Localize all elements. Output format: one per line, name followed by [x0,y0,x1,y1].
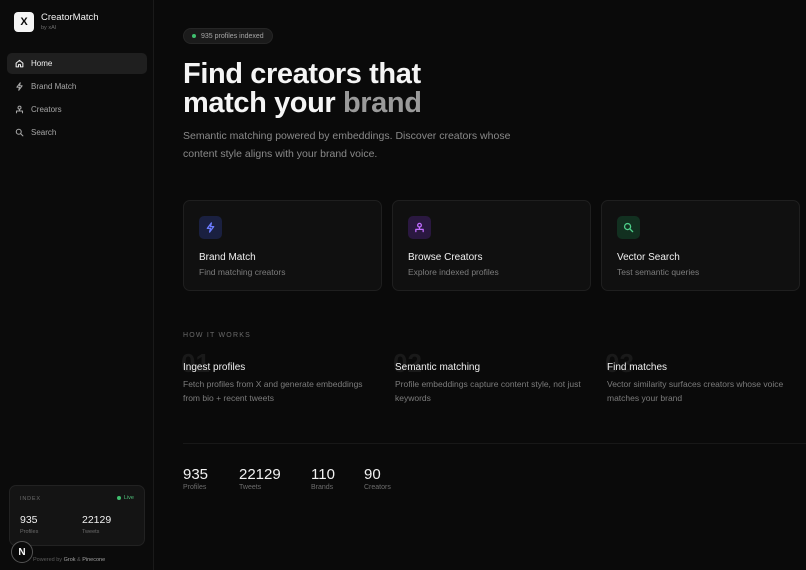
stat-value: 90 [364,466,381,483]
index-profiles-value: 935 [20,514,38,526]
index-tweets-label: Tweets [82,529,100,535]
stat-label: Creators [364,484,391,491]
step-find-matches: 03 Find matches Vector similarity surfac… [605,350,802,405]
app-subtitle: by xAI [41,25,57,31]
page-title-line2b: brand [342,87,422,119]
step-desc: Fetch profiles from X and generate embed… [183,379,363,403]
step-title: Ingest profiles [183,362,246,373]
indexed-badge-label: 935 profiles indexed [201,32,264,40]
app-logo[interactable]: X [14,12,34,32]
card-icon-box [199,216,222,239]
card-vector-search[interactable]: Vector Search Test semantic queries [601,200,800,291]
search-icon [15,128,24,137]
index-title: INDEX [20,496,41,502]
powered-amp: & [77,557,81,563]
sidebar-item-creators[interactable]: Creators [7,99,147,120]
powered-pinecone: Pinecone [82,557,106,563]
sidebar-nav: Home Brand Match Creators Search [7,53,147,145]
users-icon [415,222,424,233]
card-title: Browse Creators [408,252,483,263]
stat-value: 935 [183,466,209,483]
page-title-line1: Find creators that [183,58,421,90]
step-title: Semantic matching [395,362,481,373]
stat-value: 110 [311,466,335,483]
step-title: Find matches [607,362,668,373]
how-it-works-heading: HOW IT WORKS [183,332,251,339]
status-dot-icon [192,34,196,38]
card-desc: Test semantic queries [617,267,700,277]
lightning-icon [16,82,23,91]
stat-label: Tweets [239,484,262,491]
live-label: Live [123,495,134,501]
card-brand-match[interactable]: Brand Match Find matching creators [183,200,382,291]
card-icon-box [408,216,431,239]
index-tweets-value: 22129 [82,514,112,526]
sidebar-item-home[interactable]: Home [7,53,147,74]
index-tweets: 22129 Tweets [82,514,111,535]
powered-prefix: Powered by [33,557,63,563]
indexed-badge: 935 profiles indexed [183,28,273,44]
brand[interactable]: X CreatorMatch by xAI [14,12,99,32]
sidebar-item-label: Home [31,59,53,68]
live-dot-icon [116,496,121,500]
stat-profiles: 935 Profiles [183,466,208,491]
card-title: Brand Match [199,252,256,263]
home-icon [15,59,24,68]
card-desc: Find matching creators [199,267,286,277]
app-name: CreatorMatch [41,12,99,23]
sidebar-item-search[interactable]: Search [7,122,147,143]
step-semantic: 02 Semantic matching Profile embeddings … [393,350,590,405]
avatar[interactable]: N [11,541,33,563]
live-status: Live [116,495,134,501]
card-browse-creators[interactable]: Browse Creators Explore indexed profiles [392,200,591,291]
sidebar-item-brand-match[interactable]: Brand Match [7,76,147,97]
stat-brands: 110 Brands [311,466,335,491]
sidebar-item-label: Search [31,128,57,137]
stat-label: Profiles [183,484,207,491]
powered-by: Powered by Grok & Pinecone [33,557,105,563]
sidebar: X CreatorMatch by xAI Home Brand Match C… [0,0,154,570]
index-card: INDEX Live 935 Profiles 22129 Tweets [9,485,145,546]
card-desc: Explore indexed profiles [408,267,499,277]
page-title: Find creators that match your brand [183,60,422,118]
index-profiles: 935 Profiles [20,514,38,535]
divider [183,443,806,444]
step-desc: Profile embeddings capture content style… [395,379,581,403]
index-profiles-label: Profiles [20,529,39,535]
step-ingest: 01 Ingest profiles Fetch profiles from X… [181,350,378,405]
sidebar-item-label: Creators [31,105,62,114]
step-desc: Vector similarity surfaces creators whos… [607,379,784,403]
page-subtitle: Semantic matching powered by embeddings.… [183,130,511,160]
powered-grok: Grok [63,557,76,563]
lightning-icon [206,222,215,233]
card-icon-box [617,216,640,239]
stat-tweets: 22129 Tweets [239,466,281,491]
stat-creators: 90 Creators [364,466,391,491]
sidebar-item-label: Brand Match [31,82,77,91]
page-title-line2a: match your [183,87,343,119]
search-icon [623,222,634,233]
stat-label: Brands [311,484,334,491]
card-title: Vector Search [617,252,680,263]
users-icon [15,105,24,114]
stat-value: 22129 [239,466,281,483]
